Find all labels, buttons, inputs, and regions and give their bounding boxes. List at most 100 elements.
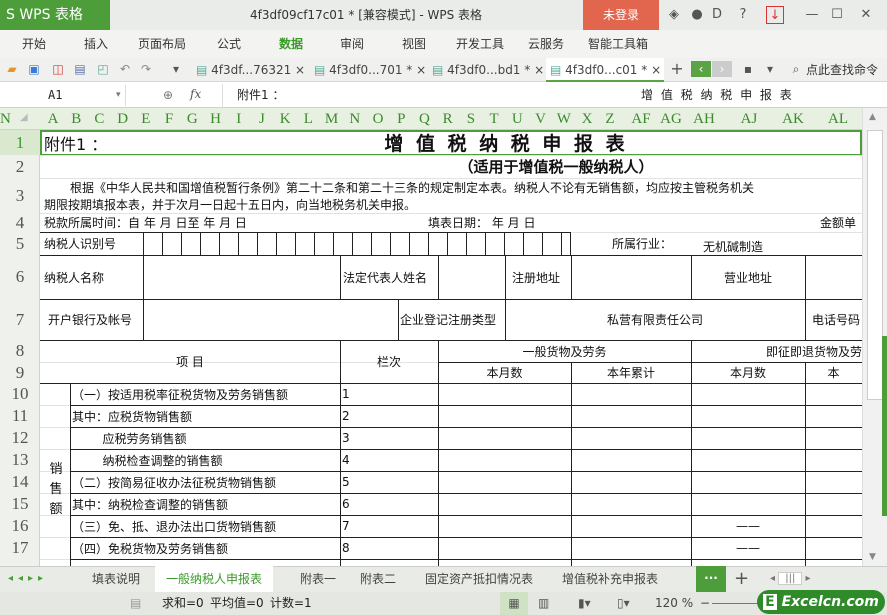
column-header-G[interactable]: G (187, 108, 198, 130)
column-header-P[interactable]: P (397, 108, 405, 130)
login-button[interactable]: 未登录 (583, 0, 659, 30)
menu-6[interactable]: 视图 (402, 30, 426, 58)
column-header-AJ[interactable]: AJ (741, 108, 758, 130)
sheet-nav-arrows[interactable]: ◂◂▸▸ (8, 566, 48, 592)
page-layout-icon[interactable]: ▮▾ (578, 592, 591, 615)
select-all-icon[interactable]: ◢ (20, 112, 28, 123)
menu-3[interactable]: 公式 (217, 30, 241, 58)
column-header-A[interactable]: A (48, 108, 59, 130)
column-header-AF[interactable]: AF (631, 108, 650, 130)
search-command[interactable]: 点此查找命令 (806, 58, 878, 82)
row-header-6[interactable]: 6 (0, 255, 40, 299)
column-header-J[interactable]: J (259, 108, 265, 130)
column-header-AN[interactable]: AN (0, 108, 11, 130)
skin-icon[interactable]: ◈ (665, 6, 683, 24)
row-header-2[interactable]: 2 (0, 155, 40, 178)
row-header-16[interactable]: 16 (0, 515, 40, 537)
new-tab-icon[interactable]: + (669, 61, 685, 77)
tab-next-icon[interactable]: › (712, 61, 732, 77)
formula-input[interactable]: 附件1 ： 增 值 税 纳 税 申 报 表 (222, 84, 862, 107)
print-preview-icon[interactable]: ◰ (95, 61, 111, 77)
download-icon[interactable]: ↓ (766, 6, 784, 24)
column-header-Z[interactable]: Z (605, 108, 614, 130)
print-icon[interactable]: ▤ (72, 61, 88, 77)
row-header-14[interactable]: 14 (0, 471, 40, 493)
row-header-5[interactable]: 5 (0, 232, 40, 255)
horizontal-scrollbar[interactable]: ◂ ||| ▸ (770, 570, 840, 588)
save-icon[interactable]: ▣ (26, 61, 42, 77)
normal-view-icon[interactable]: ▦ (500, 592, 528, 615)
search-icon[interactable]: ⌕ (788, 61, 804, 77)
column-header-S[interactable]: S (467, 108, 475, 130)
menu-1[interactable]: 插入 (84, 30, 108, 58)
more-dropdown-icon[interactable]: ▾ (168, 61, 184, 77)
column-header-W[interactable]: W (557, 108, 571, 130)
row-header-8[interactable]: 8 (0, 340, 40, 362)
column-header-F[interactable]: F (165, 108, 173, 130)
row-header-11[interactable]: 11 (0, 405, 40, 427)
row-header-1[interactable]: 1 (0, 130, 40, 155)
page-break-view-icon[interactable]: ▥ (538, 592, 549, 615)
export-pdf-icon[interactable]: ◫ (50, 61, 66, 77)
reading-mode-icon[interactable]: ▯▾ (617, 592, 630, 615)
scroll-thumb[interactable] (867, 130, 883, 400)
column-header-Q[interactable]: Q (419, 108, 430, 130)
row-header-12[interactable]: 12 (0, 427, 40, 449)
column-header-K[interactable]: K (280, 108, 291, 130)
pin-icon[interactable]: ▾ (762, 61, 778, 77)
fx-icon[interactable]: fx (190, 84, 201, 105)
tab-prev-icon[interactable]: ‹ (691, 61, 711, 77)
column-header-D[interactable]: D (117, 108, 128, 130)
column-header-E[interactable]: E (141, 108, 150, 130)
row-header-4[interactable]: 4 (0, 213, 40, 232)
column-header-X[interactable]: X (582, 108, 593, 130)
row-header-9[interactable]: 9 (0, 362, 40, 383)
column-header-U[interactable]: U (512, 108, 523, 130)
screen-icon[interactable]: ▪ (740, 61, 756, 77)
menu-8[interactable]: 云服务 (528, 30, 564, 58)
name-box-dropdown-icon[interactable]: ▾ (116, 85, 121, 106)
sheet-tab[interactable]: 填表说明 (78, 566, 154, 592)
column-header-C[interactable]: C (94, 108, 104, 130)
column-header-L[interactable]: L (304, 108, 313, 130)
redo-icon[interactable]: ↷ (138, 61, 154, 77)
zoom-slider[interactable] (712, 603, 762, 604)
column-header-N[interactable]: N (349, 108, 360, 130)
menu-9[interactable]: 智能工具箱 (588, 30, 648, 58)
row-header-17[interactable]: 17 (0, 537, 40, 559)
row-header-3[interactable]: 3 (0, 178, 40, 213)
vertical-scrollbar[interactable]: ▲ ▼ (862, 108, 887, 566)
column-header-H[interactable]: H (210, 108, 221, 130)
column-header-R[interactable]: R (443, 108, 453, 130)
column-header-AK[interactable]: AK (782, 108, 804, 130)
sheet-tab[interactable]: 固定资产抵扣情况表 (414, 566, 544, 592)
name-box[interactable]: A1 (0, 85, 126, 106)
maximize-icon[interactable]: ☐ (828, 6, 846, 24)
row-header-7[interactable]: 7 (0, 299, 40, 340)
column-header-V[interactable]: V (535, 108, 546, 130)
doc-tab[interactable]: ▤ 4f3df0...c01 * × (546, 58, 664, 82)
zoom-level[interactable]: 120 % (655, 592, 693, 615)
column-header-M[interactable]: M (325, 108, 338, 130)
column-header-AL[interactable]: AL (828, 108, 848, 130)
sheet-tab[interactable]: 附表二 (345, 566, 411, 592)
wps-logo-menu[interactable]: S WPS 表格 (0, 0, 110, 30)
sheet-tab[interactable]: 增值税补充申报表 (548, 566, 672, 592)
minimize-icon[interactable]: — (803, 6, 821, 24)
add-sheet-button[interactable]: + (734, 566, 749, 592)
row-header-13[interactable]: 13 (0, 449, 40, 471)
row-header-15[interactable]: 15 (0, 493, 40, 515)
menu-2[interactable]: 页面布局 (138, 30, 186, 58)
zoom-formula-icon[interactable]: ⊕ (163, 85, 173, 106)
menu-4[interactable]: 数据 (279, 30, 303, 58)
zoom-out-icon[interactable]: − (700, 592, 710, 615)
help-icon[interactable]: ? (734, 6, 752, 24)
doc-tab[interactable]: ▤ 4f3df0...701 * × (310, 58, 428, 82)
column-header-B[interactable]: B (71, 108, 81, 130)
row-header-10[interactable]: 10 (0, 383, 40, 405)
column-header-O[interactable]: O (373, 108, 384, 130)
feedback-icon[interactable]: D (708, 6, 726, 24)
column-header-T[interactable]: T (490, 108, 499, 130)
undo-icon[interactable]: ↶ (117, 61, 133, 77)
open-icon[interactable]: ▰ (4, 61, 20, 77)
